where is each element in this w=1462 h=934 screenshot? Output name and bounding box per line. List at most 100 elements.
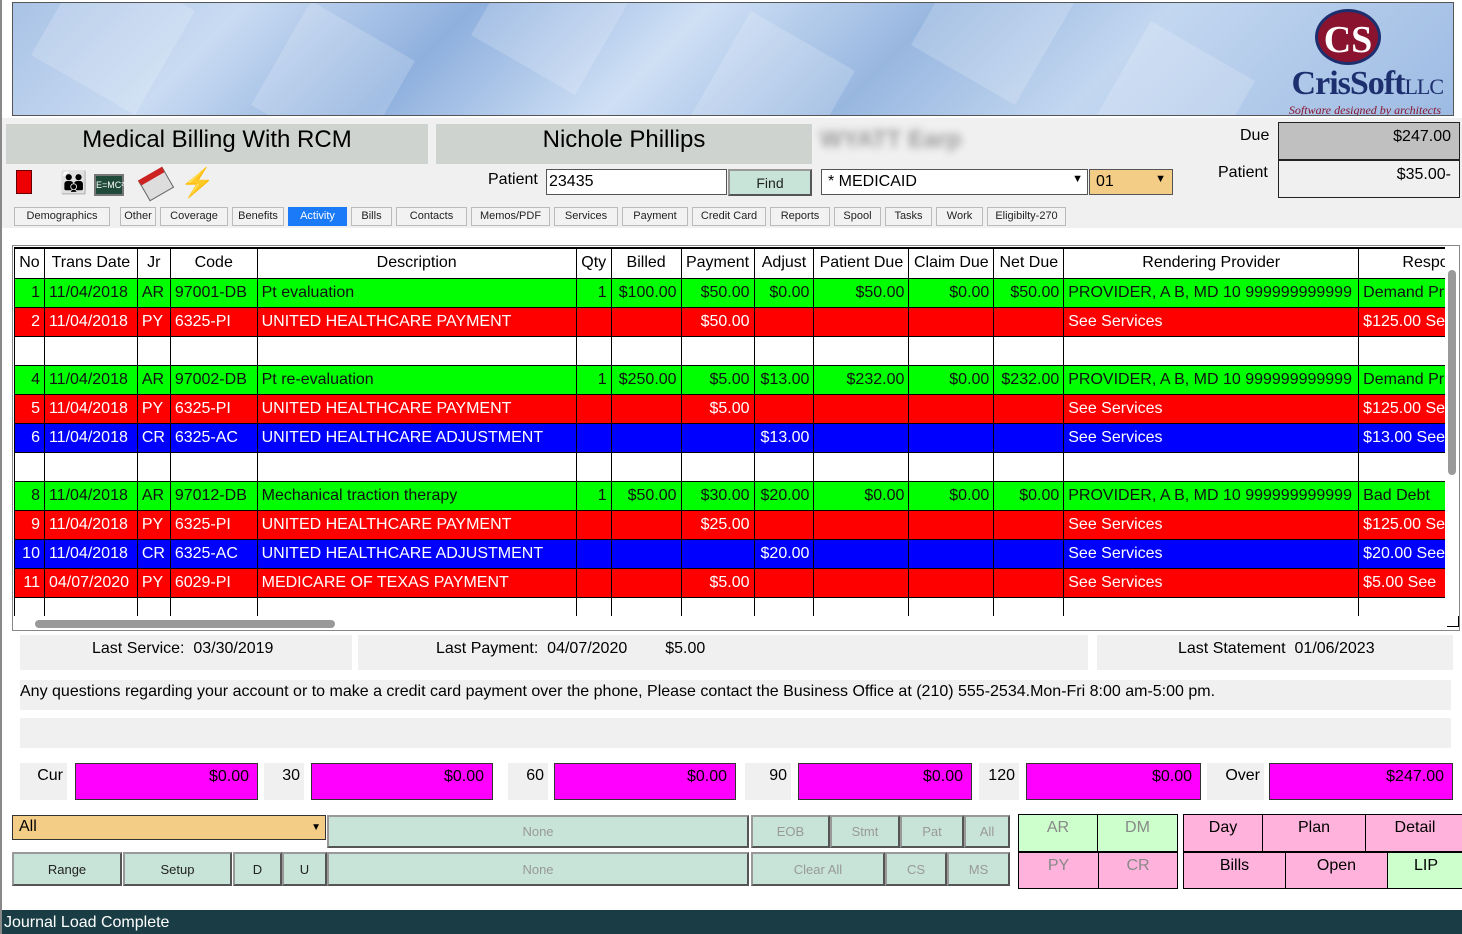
detail-button[interactable]: Detail — [1365, 814, 1462, 852]
column-header[interactable]: Trans Date — [44, 248, 137, 278]
column-header[interactable]: No — [15, 248, 45, 278]
tab-tasks[interactable]: Tasks — [885, 207, 932, 226]
table-row[interactable]: 511/04/2018PY6325-PIUNITED HEALTHCARE PA… — [15, 394, 1459, 423]
table-cell — [994, 336, 1064, 365]
tab-payment[interactable]: Payment — [622, 207, 688, 226]
table-row[interactable] — [15, 336, 1459, 365]
tab-demographics[interactable]: Demographics — [14, 207, 110, 226]
aging-label: Over — [1207, 763, 1264, 800]
pat-button[interactable]: Pat — [900, 815, 964, 848]
table-row[interactable]: 611/04/2018CR6325-ACUNITED HEALTHCARE AD… — [15, 423, 1459, 452]
tab-spool[interactable]: Spool — [834, 207, 881, 226]
lightning-icon[interactable]: ⚡ — [180, 166, 215, 199]
table-cell: $50.00 — [994, 278, 1064, 307]
tab-eligibilty-270[interactable]: Eligibilty-270 — [987, 207, 1066, 226]
tab-credit-card[interactable]: Credit Card — [692, 207, 766, 226]
table-cell: Mechanical traction therapy — [257, 481, 576, 510]
column-header[interactable]: Adjust — [754, 248, 814, 278]
tab-benefits[interactable]: Benefits — [232, 207, 284, 226]
tab-activity[interactable]: Activity — [288, 207, 347, 226]
family-icon[interactable]: 👪 — [60, 170, 86, 198]
d-button[interactable]: D — [233, 852, 282, 886]
table-cell: 11/04/2018 — [44, 423, 137, 452]
ar-button[interactable]: AR — [1018, 814, 1098, 852]
tab-memos-pdf[interactable]: Memos/PDF — [471, 207, 550, 226]
table-cell: $232.00 — [994, 365, 1064, 394]
table-cell: $50.00 — [681, 278, 754, 307]
logo-mark: CS — [1315, 9, 1381, 65]
none-button-2[interactable]: None — [327, 852, 749, 886]
bills-button[interactable]: Bills — [1183, 852, 1286, 889]
table-row[interactable]: 911/04/2018PY6325-PIUNITED HEALTHCARE PA… — [15, 510, 1459, 539]
table-cell: See Services — [1064, 423, 1359, 452]
logo-tagline: Software designed by architects — [1289, 103, 1441, 116]
tab-bills[interactable]: Bills — [351, 207, 392, 226]
setup-button[interactable]: Setup — [123, 852, 232, 886]
lip-button[interactable]: LIP — [1387, 852, 1462, 889]
table-row[interactable]: 1011/04/2018CR6325-ACUNITED HEALTHCARE A… — [15, 539, 1459, 568]
filter-select[interactable]: All▼ — [12, 815, 326, 840]
stmt-button[interactable]: Stmt — [830, 815, 900, 848]
cr-button[interactable]: CR — [1098, 852, 1178, 889]
exit-door-icon[interactable] — [16, 170, 32, 194]
table-row[interactable]: 111/04/2018AR97001-DBPt evaluation1$100.… — [15, 278, 1459, 307]
tab-other[interactable]: Other — [120, 207, 156, 226]
patient-id-input[interactable] — [546, 169, 727, 195]
day-button[interactable]: Day — [1183, 814, 1263, 852]
tab-bar: Demographics OtherCoverageBenefitsActivit… — [8, 206, 1462, 226]
horizontal-scrollbar[interactable] — [13, 616, 1447, 630]
insurance-seq-select[interactable]: 01▼ — [1089, 169, 1173, 195]
table-cell: $0.00 — [909, 278, 994, 307]
table-row[interactable]: 411/04/2018AR97002-DBPt re-evaluation1$2… — [15, 365, 1459, 394]
insurance-select[interactable]: * MEDICAID▼ — [821, 169, 1088, 195]
plan-button[interactable]: Plan — [1262, 814, 1366, 852]
column-header[interactable]: Jr — [137, 248, 170, 278]
vertical-scrollbar[interactable] — [1445, 246, 1459, 616]
table-row[interactable] — [15, 452, 1459, 481]
all-button[interactable]: All — [964, 815, 1010, 848]
table-cell — [754, 510, 814, 539]
scroll-thumb[interactable] — [35, 620, 335, 628]
eob-button[interactable]: EOB — [751, 815, 830, 848]
table-cell — [754, 568, 814, 597]
table-cell — [814, 307, 909, 336]
table-cell: 1 — [576, 278, 611, 307]
column-header[interactable]: Respor — [1359, 248, 1459, 278]
column-header[interactable]: Rendering Provider — [1064, 248, 1359, 278]
column-header[interactable]: Description — [257, 248, 576, 278]
table-row[interactable]: 211/04/2018PY6325-PIUNITED HEALTHCARE PA… — [15, 307, 1459, 336]
column-header[interactable]: Net Due — [994, 248, 1064, 278]
tab-coverage[interactable]: Coverage — [160, 207, 228, 226]
range-button[interactable]: Range — [12, 852, 122, 886]
column-header[interactable]: Billed — [611, 248, 681, 278]
tab-services[interactable]: Services — [554, 207, 618, 226]
last-service: Last Service: 03/30/2019 — [20, 635, 352, 670]
py-button[interactable]: PY — [1018, 852, 1099, 889]
column-header[interactable]: Claim Due — [909, 248, 994, 278]
table-cell: $0.00 — [754, 278, 814, 307]
clear-all-button[interactable]: Clear All — [751, 852, 885, 886]
open-button[interactable]: Open — [1285, 852, 1388, 889]
u-button[interactable]: U — [282, 852, 327, 886]
scroll-thumb[interactable] — [1448, 270, 1456, 475]
none-button-1[interactable]: None — [327, 815, 749, 848]
find-button[interactable]: Find — [728, 169, 812, 196]
chalkboard-icon[interactable]: E=MC² — [94, 174, 124, 196]
tab-contacts[interactable]: Contacts — [396, 207, 467, 226]
table-cell: 6029-PI — [170, 568, 257, 597]
table-cell — [611, 307, 681, 336]
column-header[interactable]: Payment — [681, 248, 754, 278]
dm-button[interactable]: DM — [1097, 814, 1178, 852]
ms-button[interactable]: MS — [947, 852, 1010, 886]
column-header[interactable]: Qty — [576, 248, 611, 278]
tab-work[interactable]: Work — [936, 207, 983, 226]
table-cell — [611, 336, 681, 365]
column-header[interactable]: Code — [170, 248, 257, 278]
table-row[interactable]: 1104/07/2020PY6029-PIMEDICARE OF TEXAS P… — [15, 568, 1459, 597]
column-header[interactable]: Patient Due — [814, 248, 909, 278]
table-cell — [814, 510, 909, 539]
tab-reports[interactable]: Reports — [770, 207, 830, 226]
cs-button[interactable]: CS — [885, 852, 947, 886]
table-row[interactable]: 811/04/2018AR97012-DBMechanical traction… — [15, 481, 1459, 510]
table-cell: AR — [137, 278, 170, 307]
